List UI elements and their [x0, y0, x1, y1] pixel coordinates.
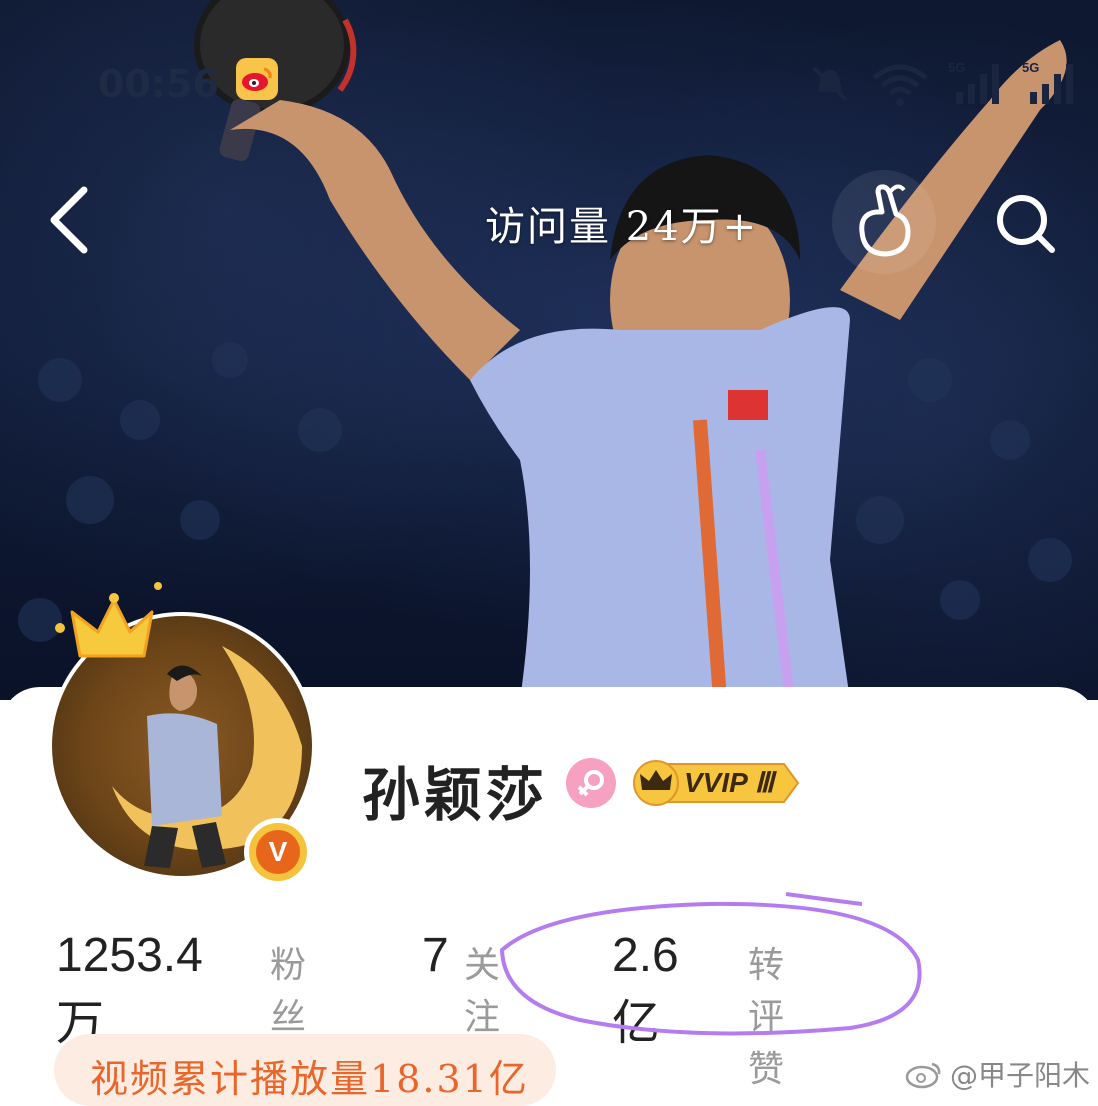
verified-icon: V — [244, 818, 312, 886]
weibo-icon — [236, 58, 278, 100]
weibo-watermark-icon — [905, 1062, 941, 1089]
signal-icon-2: 5G — [1022, 60, 1073, 104]
crown-icon — [55, 582, 162, 658]
vvip-level: Ⅲ — [754, 767, 774, 798]
vvip-label: VVIP — [684, 767, 747, 798]
finger-heart-button[interactable] — [832, 170, 936, 274]
visits-value: 24万+ — [625, 204, 759, 250]
svg-text:5G: 5G — [948, 60, 965, 75]
search-button[interactable] — [990, 188, 1060, 258]
fans-label[interactable]: 粉丝 — [270, 936, 310, 1040]
video-views-value: 18.31亿 — [370, 1057, 529, 1101]
watermark-text: @甲子阳木 — [950, 1059, 1091, 1092]
verified-mark: V — [256, 830, 300, 874]
video-views-label: 视频累计播放量 — [90, 1057, 371, 1101]
status-icons: 5G 5G — [808, 58, 1078, 106]
follow-count[interactable]: 7 — [422, 928, 449, 983]
finger-heart-icon — [859, 184, 911, 257]
watermark: @甲子阳木 — [904, 1054, 1090, 1094]
status-time: 00:56 — [98, 62, 219, 106]
purple-circle-annotation — [499, 892, 922, 1036]
search-icon — [997, 195, 1055, 253]
visits-counter: 访问量 24万+ — [485, 194, 758, 252]
video-views-pill[interactable]: 视频累计播放量18.31亿 — [54, 1034, 556, 1106]
svg-text:5G: 5G — [1022, 60, 1039, 75]
vvip-badge[interactable]: VVIP Ⅲ — [632, 760, 802, 806]
mute-icon — [812, 66, 848, 102]
status-bar: 00:56 5G 5G — [0, 50, 1098, 110]
signal-icon: 5G — [948, 60, 999, 104]
wifi-icon — [872, 64, 928, 106]
vvip-text: VVIP Ⅲ — [684, 766, 774, 799]
profile-name: 孙颖莎 — [362, 761, 549, 829]
back-button[interactable] — [40, 180, 100, 260]
video-views-text: 视频累计播放量18.31亿 — [90, 1048, 529, 1103]
visits-label: 访问量 — [485, 204, 611, 250]
back-arrow-icon — [50, 186, 88, 254]
top-nav: 访问量 24万+ — [0, 170, 1098, 274]
gender-female-icon — [566, 758, 616, 808]
